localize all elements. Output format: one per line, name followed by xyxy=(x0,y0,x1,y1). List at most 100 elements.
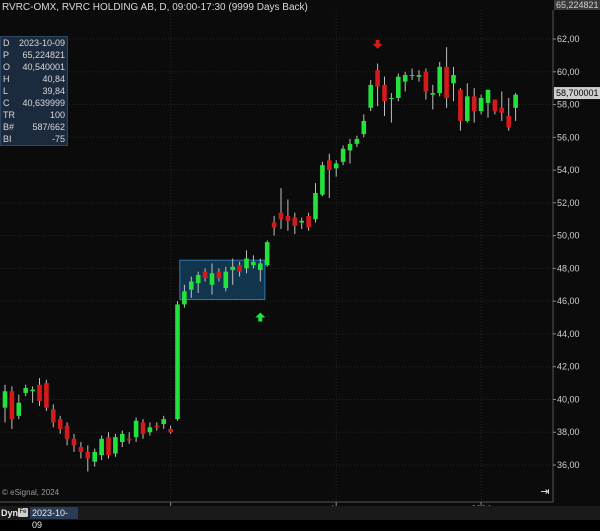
candle-body xyxy=(382,84,387,102)
candle-body xyxy=(396,76,401,98)
y-tick-label: 36,00 xyxy=(557,460,580,470)
candle-body xyxy=(264,242,270,266)
status-bar: Dyn Fe 2023-10-09 xyxy=(0,506,600,530)
data-row-open: O 40,540001 xyxy=(1,61,67,73)
y-tick-label: 58,00 xyxy=(557,100,580,110)
y-tick-label: 60,00 xyxy=(557,67,580,77)
candle-body xyxy=(423,71,429,92)
candle-body xyxy=(271,222,277,228)
candle-body xyxy=(444,66,449,98)
candle-body xyxy=(375,70,380,87)
candle-body xyxy=(64,425,70,439)
data-value: 40,540001 xyxy=(22,62,65,72)
candle-body xyxy=(430,93,436,95)
candle-body xyxy=(465,96,470,121)
data-key: P xyxy=(3,50,10,60)
candle-body xyxy=(44,383,49,408)
candle-body xyxy=(209,273,215,285)
data-key: H xyxy=(3,74,10,84)
candle-body xyxy=(140,422,146,434)
data-key: O xyxy=(3,62,11,72)
chart-title: RVRC-OMX, RVRC HOLDING AB, D, 09:00-17:3… xyxy=(2,2,308,13)
highlight-box xyxy=(179,259,266,301)
chart-window: 36,00 38,00 40,00 42,00 44,00 46,00 48,00 50,00… xyxy=(0,0,600,530)
candle-body xyxy=(485,89,491,103)
candle-body xyxy=(458,89,463,121)
data-value: 39,84 xyxy=(42,86,65,96)
candle-body xyxy=(258,263,263,271)
candle-body xyxy=(92,451,97,462)
copyright-text: © eSignal, 2024 xyxy=(2,488,60,497)
candle-body xyxy=(23,387,28,393)
candle-body xyxy=(120,433,125,443)
candle-body xyxy=(230,266,235,271)
data-window: D 2023-10-09 P 65,224821 O 40,540001 H 40,84… xyxy=(0,36,68,146)
candle xyxy=(175,301,180,421)
candle-body xyxy=(299,220,304,223)
data-key: BI xyxy=(3,134,12,144)
candle-body xyxy=(244,258,249,269)
candle-body xyxy=(9,391,15,420)
last-price-label: 58,700001 xyxy=(556,88,599,98)
candle-body xyxy=(313,193,318,220)
scroll-to-end-icon[interactable]: ⇥ xyxy=(538,486,552,498)
candle-body xyxy=(175,304,180,420)
candle-body xyxy=(161,419,166,425)
candle xyxy=(113,433,118,457)
candle-body xyxy=(389,97,394,99)
y-tick-label: 52,00 xyxy=(557,198,580,208)
data-value: 100 xyxy=(49,110,65,120)
data-key: L xyxy=(3,86,9,96)
y-axis: 36,00 38,00 40,00 42,00 44,00 46,00 48,00 50,00… xyxy=(552,0,600,502)
price-chart[interactable]: 36,00 38,00 40,00 42,00 44,00 46,00 48,00 50,00… xyxy=(0,0,600,520)
data-value: 40,84 xyxy=(42,74,65,84)
data-value: 65,224821 xyxy=(22,50,65,60)
y-tick-label: 56,00 xyxy=(557,132,580,142)
candle-body xyxy=(499,107,505,113)
candle-body xyxy=(437,66,442,94)
y-tick-label: 40,00 xyxy=(557,394,580,404)
candle-body xyxy=(292,217,298,226)
y-tick-label: 44,00 xyxy=(557,329,580,339)
candle-body xyxy=(30,389,35,392)
candle-body xyxy=(492,99,498,112)
candle-body xyxy=(402,75,408,82)
candle xyxy=(396,73,401,102)
y-tick-label: 48,00 xyxy=(557,263,580,273)
data-key: D xyxy=(3,38,10,48)
candle-body xyxy=(306,215,311,228)
candle-body xyxy=(327,160,332,171)
candle xyxy=(437,61,442,97)
data-key: B# xyxy=(3,122,15,132)
candle-body xyxy=(278,212,284,220)
candle-body xyxy=(354,138,360,144)
candle-body xyxy=(347,143,353,151)
data-row-tr: TR 100 xyxy=(1,109,67,121)
candle xyxy=(320,161,325,197)
data-key: TR xyxy=(3,110,15,120)
data-value: 40,639999 xyxy=(22,98,65,108)
candle-body xyxy=(16,402,22,416)
candle-body xyxy=(154,425,160,428)
data-value: -75 xyxy=(51,134,65,144)
candle-body xyxy=(202,271,208,279)
y-tick-label: 38,00 xyxy=(557,427,580,437)
candle-body xyxy=(251,261,256,266)
candle-body xyxy=(195,274,201,284)
candle-body xyxy=(168,428,173,433)
candle-body xyxy=(126,438,132,441)
data-row-bi: BI -75 xyxy=(1,133,67,145)
y-tick-label: 46,00 xyxy=(557,296,580,306)
calendar-icon[interactable]: Fe xyxy=(18,508,28,517)
y-tick-label: 62,00 xyxy=(557,34,580,44)
data-value: 587/662 xyxy=(32,122,65,132)
candle xyxy=(264,240,270,267)
candle-body xyxy=(85,451,91,459)
candle-body xyxy=(471,96,477,112)
candle-body xyxy=(451,75,456,84)
y-tick-label: 42,00 xyxy=(557,362,580,372)
data-key: C xyxy=(3,98,10,108)
date-field[interactable]: 2023-10-09 xyxy=(30,507,78,530)
candle-body xyxy=(99,438,104,456)
candle-body xyxy=(409,75,415,77)
